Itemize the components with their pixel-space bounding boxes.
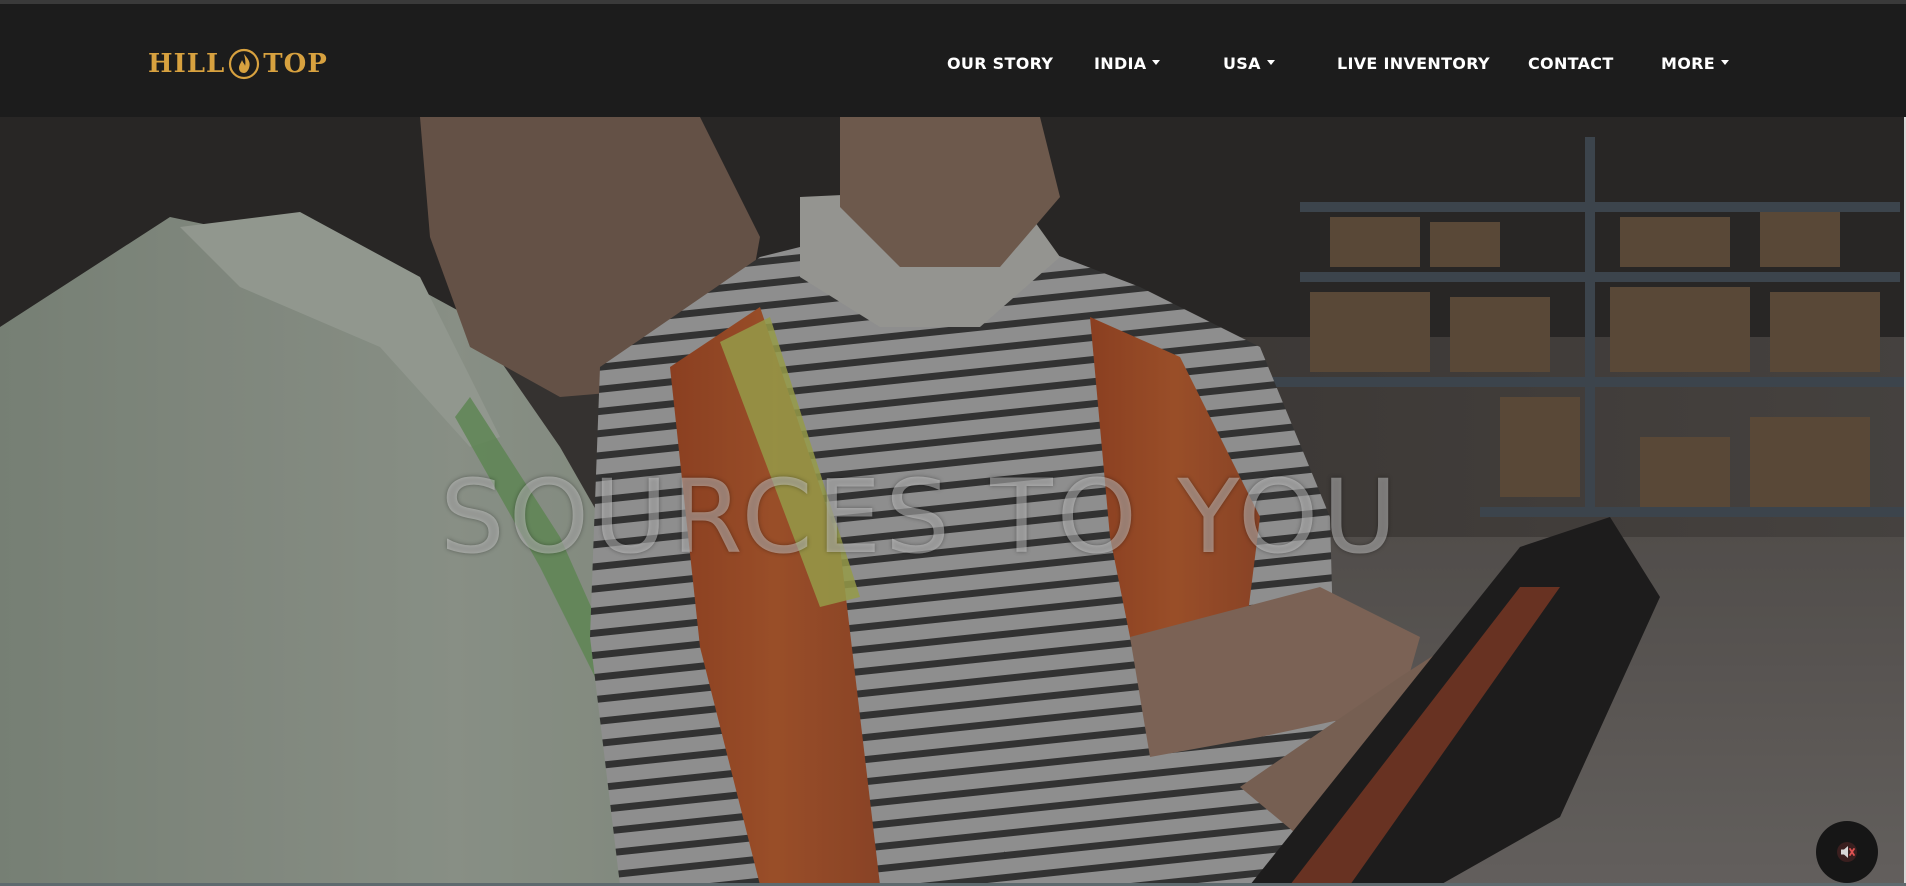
navbar: HILL TOP OUR STORY INDIA USA LIVE INVENT… bbox=[0, 4, 1906, 117]
speaker-muted-icon bbox=[1837, 842, 1857, 862]
nav-our-story[interactable]: OUR STORY bbox=[947, 52, 1053, 76]
nav-more-label: MORE bbox=[1661, 54, 1715, 73]
hero-video: SOURCES TO YOU bbox=[0, 117, 1904, 885]
flame-emblem-icon bbox=[229, 48, 260, 80]
caret-down-icon bbox=[1266, 60, 1275, 65]
nav-contact[interactable]: CONTACT bbox=[1528, 52, 1614, 76]
logo-text-left: HILL bbox=[148, 49, 226, 79]
nav-usa-label: USA bbox=[1223, 54, 1261, 73]
caret-down-icon bbox=[1720, 60, 1729, 65]
caret-down-icon bbox=[1152, 60, 1161, 65]
logo-text-right: TOP bbox=[263, 49, 328, 79]
page: HILL TOP OUR STORY INDIA USA LIVE INVENT… bbox=[0, 0, 1906, 886]
nav-more[interactable]: MORE bbox=[1661, 52, 1729, 76]
nav-live-inventory[interactable]: LIVE INVENTORY bbox=[1337, 52, 1490, 76]
nav-india-label: INDIA bbox=[1094, 54, 1147, 73]
nav-india[interactable]: INDIA bbox=[1094, 52, 1161, 76]
mute-toggle-button[interactable] bbox=[1816, 821, 1878, 883]
nav-our-story-label: OUR STORY bbox=[947, 54, 1054, 73]
nav-usa[interactable]: USA bbox=[1223, 52, 1275, 76]
nav-contact-label: CONTACT bbox=[1528, 54, 1614, 73]
hero-headline: SOURCES TO YOU bbox=[440, 458, 1402, 577]
brand-logo[interactable]: HILL TOP bbox=[148, 44, 328, 84]
nav-live-inventory-label: LIVE INVENTORY bbox=[1337, 54, 1490, 73]
